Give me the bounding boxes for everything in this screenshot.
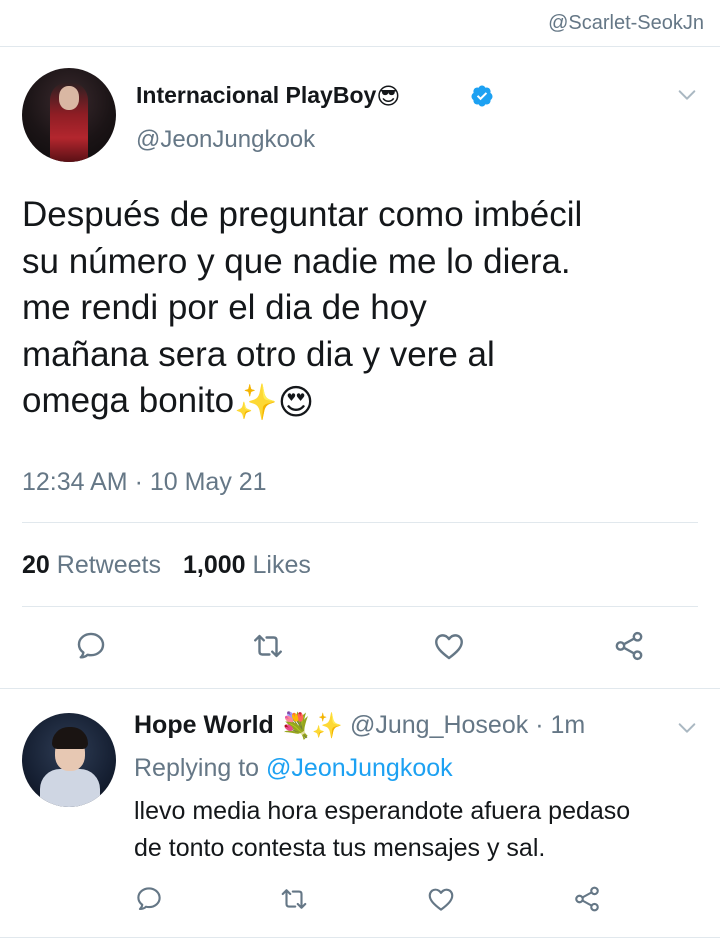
like-button[interactable] <box>432 629 466 663</box>
reply-header: Hope World 💐✨ @Jung_Hoseok · 1m <box>134 711 585 741</box>
retweets-stat[interactable]: 20 Retweets <box>22 551 161 579</box>
share-icon <box>575 886 599 912</box>
reply-text-line: llevo media hora esperandote afuera peda… <box>134 797 631 825</box>
retweet-icon <box>254 634 282 658</box>
reply-text-line: de tonto contesta tus mensajes y sal. <box>134 834 546 862</box>
tweet-text-line: su número y que nadie me lo diera. <box>22 241 571 281</box>
like-icon <box>435 634 463 660</box>
handle[interactable]: @JeonJungkook <box>136 126 315 154</box>
tweet-text-line: omega bonito <box>22 381 235 420</box>
reply-button[interactable] <box>74 629 108 663</box>
reply-retweet-button[interactable] <box>279 884 309 914</box>
chevron-down-icon[interactable] <box>676 84 698 106</box>
tweet-text-line: me rendi por el dia de hoy <box>22 288 427 327</box>
share-button[interactable] <box>612 629 646 663</box>
reply-text: llevo media hora esperandote afuera peda… <box>134 793 704 867</box>
display-name-text: Internacional PlayBoy <box>136 82 377 108</box>
chevron-down-icon[interactable] <box>676 717 698 739</box>
bottom-divider <box>0 937 720 938</box>
bouquet-sparkle-emoji: 💐✨ <box>280 711 344 740</box>
reply-like-button[interactable] <box>426 884 456 914</box>
sparkles-heart-eyes-emoji: ✨😍 <box>234 382 315 422</box>
main-tweet: Internacional PlayBoy😎 @JeonJungkook Des… <box>0 46 720 688</box>
verified-badge-icon <box>471 85 493 107</box>
sunglasses-emoji: 😎 <box>376 83 401 110</box>
reply-tweet[interactable]: Hope World 💐✨ @Jung_Hoseok · 1m Replying… <box>0 689 720 947</box>
likes-label: Likes <box>252 551 311 579</box>
retweet-button[interactable] <box>251 629 285 663</box>
share-icon <box>615 631 643 661</box>
tweet-text-line-last: omega bonito✨😍 <box>22 378 702 426</box>
retweets-label: Retweets <box>56 551 161 579</box>
reply-share-button[interactable] <box>572 884 602 914</box>
reply-separator: · <box>535 711 544 739</box>
reply-time[interactable]: 1m <box>550 711 585 739</box>
replying-mention[interactable]: @JeonJungkook <box>266 754 453 782</box>
display-name[interactable]: Internacional PlayBoy😎 <box>136 82 400 110</box>
like-icon <box>428 888 454 911</box>
retweet-icon <box>281 889 307 909</box>
watermark: @Scarlet-SeokJn <box>548 12 704 34</box>
reply-icon <box>137 887 161 911</box>
likes-stat[interactable]: 1,000 Likes <box>183 551 311 579</box>
tweet-text: Después de preguntar como imbécil su núm… <box>22 192 702 426</box>
tweet-text-line: mañana sera otro dia y vere al <box>22 334 495 374</box>
engagement-stats: 20 Retweets 1,000 Likes <box>22 551 311 580</box>
reply-avatar[interactable] <box>22 713 116 807</box>
reply-display-name[interactable]: Hope World <box>134 711 274 739</box>
reply-handle[interactable]: @Jung_Hoseok <box>350 711 528 739</box>
likes-count: 1,000 <box>182 551 246 579</box>
retweets-count: 20 <box>22 551 50 579</box>
divider <box>22 606 698 607</box>
timestamp[interactable]: 12:34 AM · 10 May 21 <box>22 468 267 497</box>
reply-reply-button[interactable] <box>134 884 164 914</box>
replying-to: Replying to @JeonJungkook <box>134 754 453 783</box>
divider <box>22 522 698 523</box>
tweet-text-line: Después de preguntar como imbécil <box>22 195 583 234</box>
avatar[interactable] <box>22 68 116 162</box>
reply-icon <box>77 632 105 659</box>
replying-prefix: Replying to <box>134 754 260 782</box>
